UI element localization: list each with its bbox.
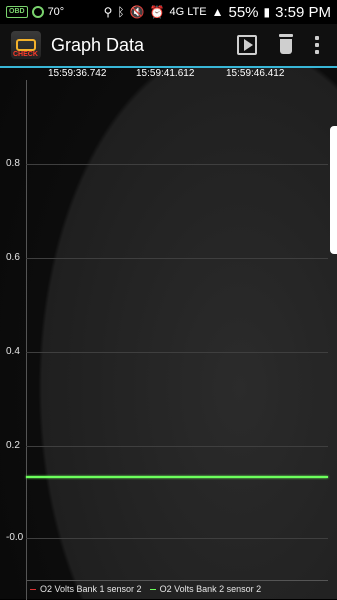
gear-icon <box>31 6 44 18</box>
mute-icon: 🔇 <box>129 5 145 19</box>
gridline <box>26 538 328 539</box>
engine-icon <box>16 39 36 51</box>
timestamp-label: 15:59:41.612 <box>136 68 195 79</box>
gridline <box>26 352 328 353</box>
temperature-text: 70° <box>47 6 65 18</box>
timestamp-label: 15:59:46.412 <box>226 68 285 79</box>
series-line-o2-bank2-sensor2 <box>26 476 328 478</box>
graph-area[interactable]: 15:59:36.742 15:59:41.612 15:59:46.412 0… <box>0 68 337 600</box>
trash-icon-lid <box>279 34 293 37</box>
play-icon <box>243 39 253 51</box>
legend-item: O2 Volts Bank 1 sensor 2 <box>30 584 142 594</box>
gridline <box>26 258 328 259</box>
clock-time: 3:59 PM <box>275 3 331 21</box>
y-tick-label: 0.2 <box>6 440 20 451</box>
signal-icon: ▲ <box>211 5 224 19</box>
y-tick-label: 0.8 <box>6 158 20 169</box>
legend-swatch-green <box>149 588 156 590</box>
kebab-dot <box>315 36 319 40</box>
legend: O2 Volts Bank 1 sensor 2 O2 Volts Bank 2… <box>30 584 261 594</box>
legend-label: O2 Volts Bank 2 sensor 2 <box>159 584 262 594</box>
network-type: 4G LTE <box>169 6 207 18</box>
y-tick-label: 0.6 <box>6 252 20 263</box>
delete-button[interactable] <box>277 34 295 56</box>
kebab-dot <box>315 50 319 54</box>
logo-check-text: CHECK <box>13 51 38 58</box>
trash-icon <box>280 39 292 54</box>
app-logo: CHECK <box>11 31 41 59</box>
timestamp-label: 15:59:36.742 <box>48 68 107 79</box>
gridline <box>26 164 328 165</box>
battery-icon: ▮ <box>263 5 271 19</box>
gridline <box>26 446 328 447</box>
location-icon: ⚲ <box>103 5 113 19</box>
bluetooth-icon: ᛒ <box>117 5 125 19</box>
y-tick-label: 0.4 <box>6 346 20 357</box>
x-axis-line <box>26 580 328 581</box>
page-title: Graph Data <box>51 34 145 55</box>
app-bar-actions <box>237 34 337 56</box>
y-axis-line <box>26 80 27 600</box>
status-bar: OBD 70° ⚲ ᛒ 🔇 ⏰ 4G LTE ▲ 55% ▮ 3:59 PM <box>0 0 337 24</box>
alarm-icon: ⏰ <box>149 5 165 19</box>
legend-label: O2 Volts Bank 1 sensor 2 <box>40 584 142 594</box>
status-bar-left: OBD 70° <box>0 6 64 18</box>
app-bar: CHECK Graph Data <box>0 24 337 66</box>
legend-item: O2 Volts Bank 2 sensor 2 <box>149 584 262 594</box>
legend-swatch-red <box>30 588 36 590</box>
y-tick-label: -0.0 <box>6 532 24 543</box>
kebab-dot <box>315 43 319 47</box>
overflow-menu-button[interactable] <box>315 36 319 54</box>
play-button[interactable] <box>237 35 257 55</box>
obd-icon: OBD <box>6 6 28 18</box>
status-bar-right: ⚲ ᛒ 🔇 ⏰ 4G LTE ▲ 55% ▮ 3:59 PM <box>104 4 337 21</box>
scroll-handle[interactable] <box>330 126 337 254</box>
battery-percentage: 55% <box>228 3 259 21</box>
